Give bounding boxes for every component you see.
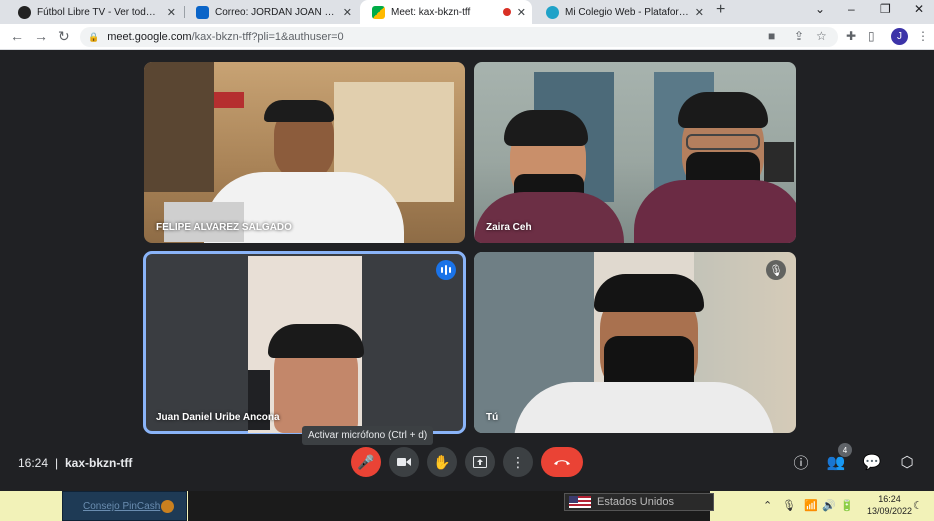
- person-hair: [678, 92, 768, 128]
- person-shirt: [634, 180, 796, 243]
- participant-name: FELIPE ALVAREZ SALGADO: [156, 222, 292, 233]
- person-hair: [594, 274, 704, 312]
- mic-off-icon: 🎤: [357, 453, 375, 470]
- clock-separator: |: [55, 456, 59, 470]
- tab-title: Meet: kax-bkzn-tff: [391, 6, 471, 18]
- profile-avatar[interactable]: J: [891, 28, 908, 45]
- meeting-details-info-icon[interactable]: ⓘ: [791, 452, 811, 472]
- mic-muted-icon: 🎙: [766, 260, 786, 280]
- camera-toggle-button[interactable]: [389, 447, 419, 477]
- tab-title: Mi Colegio Web - Plataforma de: [565, 6, 689, 18]
- close-tab-icon[interactable]: ✕: [695, 6, 704, 19]
- browser-toolbar: ← → ↻ 🔒 meet.google.com/kax-bkzn-tff?pli…: [0, 24, 934, 50]
- person-hair: [264, 100, 334, 122]
- window-close-icon[interactable]: ✕: [914, 2, 924, 16]
- close-tab-icon[interactable]: ✕: [517, 6, 526, 19]
- chat-icon[interactable]: 💬: [862, 452, 882, 472]
- address-bar[interactable]: 🔒 meet.google.com/kax-bkzn-tff?pli=1&aut…: [80, 27, 838, 47]
- participant-tile-speaking[interactable]: Juan Daniel Uribe Ancona: [143, 251, 466, 434]
- meet-control-bar: 16:24 | kax-bkzn-tff 🎤 ✋ ⋮ ⓘ 👥 4 💬 ⬡: [0, 443, 934, 489]
- kebab-menu-icon[interactable]: ⋮: [917, 29, 929, 43]
- colegio-icon: [546, 5, 559, 19]
- more-options-button[interactable]: ⋮: [503, 447, 533, 477]
- tab-strip: Fútbol Libre TV - Ver todos los p ✕ Corr…: [0, 0, 934, 24]
- share-icon[interactable]: ⇪: [794, 29, 804, 43]
- lock-icon: 🔒: [88, 31, 100, 42]
- participant-tile[interactable]: FELIPE ALVAREZ SALGADO: [144, 62, 465, 243]
- close-tab-icon[interactable]: ✕: [167, 6, 176, 19]
- meeting-code: kax-bkzn-tff: [65, 456, 133, 470]
- soccer-ball-icon: [18, 5, 31, 19]
- system-time: 16:24: [878, 494, 901, 504]
- end-call-button[interactable]: [541, 447, 583, 477]
- forward-arrow-icon[interactable]: →: [34, 28, 48, 44]
- system-clock[interactable]: 16:24 13/09/2022: [867, 493, 912, 517]
- activities-icon[interactable]: ⬡: [897, 452, 917, 472]
- tray-wifi-icon[interactable]: 📶: [804, 499, 818, 512]
- notifications-moon-icon[interactable]: ☾: [913, 499, 923, 512]
- tray-chevron-up-icon[interactable]: ⌃: [763, 499, 772, 512]
- extensions-puzzle-icon[interactable]: ✚: [846, 29, 856, 43]
- participant-name: Tú: [486, 412, 499, 423]
- present-screen-button[interactable]: [465, 447, 495, 477]
- tab-title: Correo: JORDAN JOAN CAHUICH: [215, 6, 337, 18]
- taskbar-link[interactable]: Consejo PinCash: [83, 501, 160, 512]
- hang-up-icon: [554, 460, 570, 465]
- tray-battery-icon[interactable]: 🔋: [840, 499, 854, 512]
- meet-icon: [372, 5, 385, 19]
- person-hair: [504, 110, 588, 146]
- monitor: [764, 142, 794, 182]
- person-shirt: [514, 382, 774, 433]
- system-date: 13/09/2022: [867, 506, 913, 516]
- tray-volume-icon[interactable]: 🔊: [822, 499, 836, 512]
- bookmark-star-icon[interactable]: ☆: [816, 29, 827, 43]
- restore-icon[interactable]: ❐: [880, 2, 891, 16]
- mic-toggle-button[interactable]: 🎤: [351, 447, 381, 477]
- close-tab-icon[interactable]: ✕: [343, 6, 352, 19]
- tray-microphone-icon[interactable]: 🎙: [782, 499, 796, 512]
- outlook-icon: [196, 5, 209, 19]
- participant-tile-self[interactable]: 🎙 Tú: [474, 252, 796, 433]
- bookshelf: [144, 62, 214, 192]
- reload-icon[interactable]: ↻: [58, 28, 70, 45]
- tab-correo[interactable]: Correo: JORDAN JOAN CAHUICH ✕: [184, 0, 358, 24]
- tab-meet[interactable]: Meet: kax-bkzn-tff ✕: [360, 0, 532, 24]
- meeting-clock: 16:24: [18, 456, 49, 470]
- speaking-indicator-icon: [436, 260, 456, 280]
- participant-count-badge: 4: [838, 443, 852, 457]
- meet-stage: FELIPE ALVAREZ SALGADO Zaira Ceh Juan Da…: [0, 51, 934, 491]
- country-selector[interactable]: Estados Unidos: [564, 493, 714, 511]
- recording-dot-icon: [502, 8, 511, 16]
- country-label: Estados Unidos: [597, 496, 675, 508]
- side-panel-icon[interactable]: ▯: [868, 29, 875, 43]
- os-taskbar: Consejo PinCash Estados Unidos ⌃ 🎙 📶 🔊 🔋…: [0, 491, 934, 521]
- person-shirt: [474, 192, 624, 243]
- url-path: /kax-bkzn-tff?pli=1&authuser=0: [191, 31, 344, 43]
- tab-mi-colegio[interactable]: Mi Colegio Web - Plataforma de ✕: [534, 0, 710, 24]
- taskbar-app-panel[interactable]: Consejo PinCash: [62, 491, 187, 521]
- new-tab-plus-icon[interactable]: +: [716, 1, 725, 19]
- raise-hand-button[interactable]: ✋: [427, 447, 457, 477]
- hand-icon: ✋: [433, 453, 451, 470]
- tab-title: Fútbol Libre TV - Ver todos los p: [37, 6, 161, 18]
- more-vert-icon: ⋮: [511, 453, 525, 470]
- tab-futbol-libre[interactable]: Fútbol Libre TV - Ver todos los p ✕: [6, 0, 182, 24]
- minimize-icon[interactable]: –: [848, 2, 855, 16]
- participant-name: Juan Daniel Uribe Ancona: [156, 412, 280, 423]
- person-hair: [268, 324, 364, 358]
- chevron-down-icon[interactable]: ⌄: [815, 2, 825, 16]
- back-arrow-icon[interactable]: ←: [10, 28, 24, 44]
- us-flag-icon: [569, 496, 591, 508]
- url-host: meet.google.com: [107, 31, 192, 43]
- coin-icon: [161, 500, 174, 513]
- eyeglasses: [686, 134, 760, 150]
- present-screen-icon: [473, 456, 487, 468]
- camera-icon: [397, 458, 411, 466]
- participant-name: Zaira Ceh: [486, 222, 532, 233]
- flag-decoration: [214, 92, 244, 108]
- participant-tile[interactable]: Zaira Ceh: [474, 62, 796, 243]
- camera-in-use-icon[interactable]: ■: [768, 29, 775, 43]
- taskbar-window: Estados Unidos: [188, 491, 714, 521]
